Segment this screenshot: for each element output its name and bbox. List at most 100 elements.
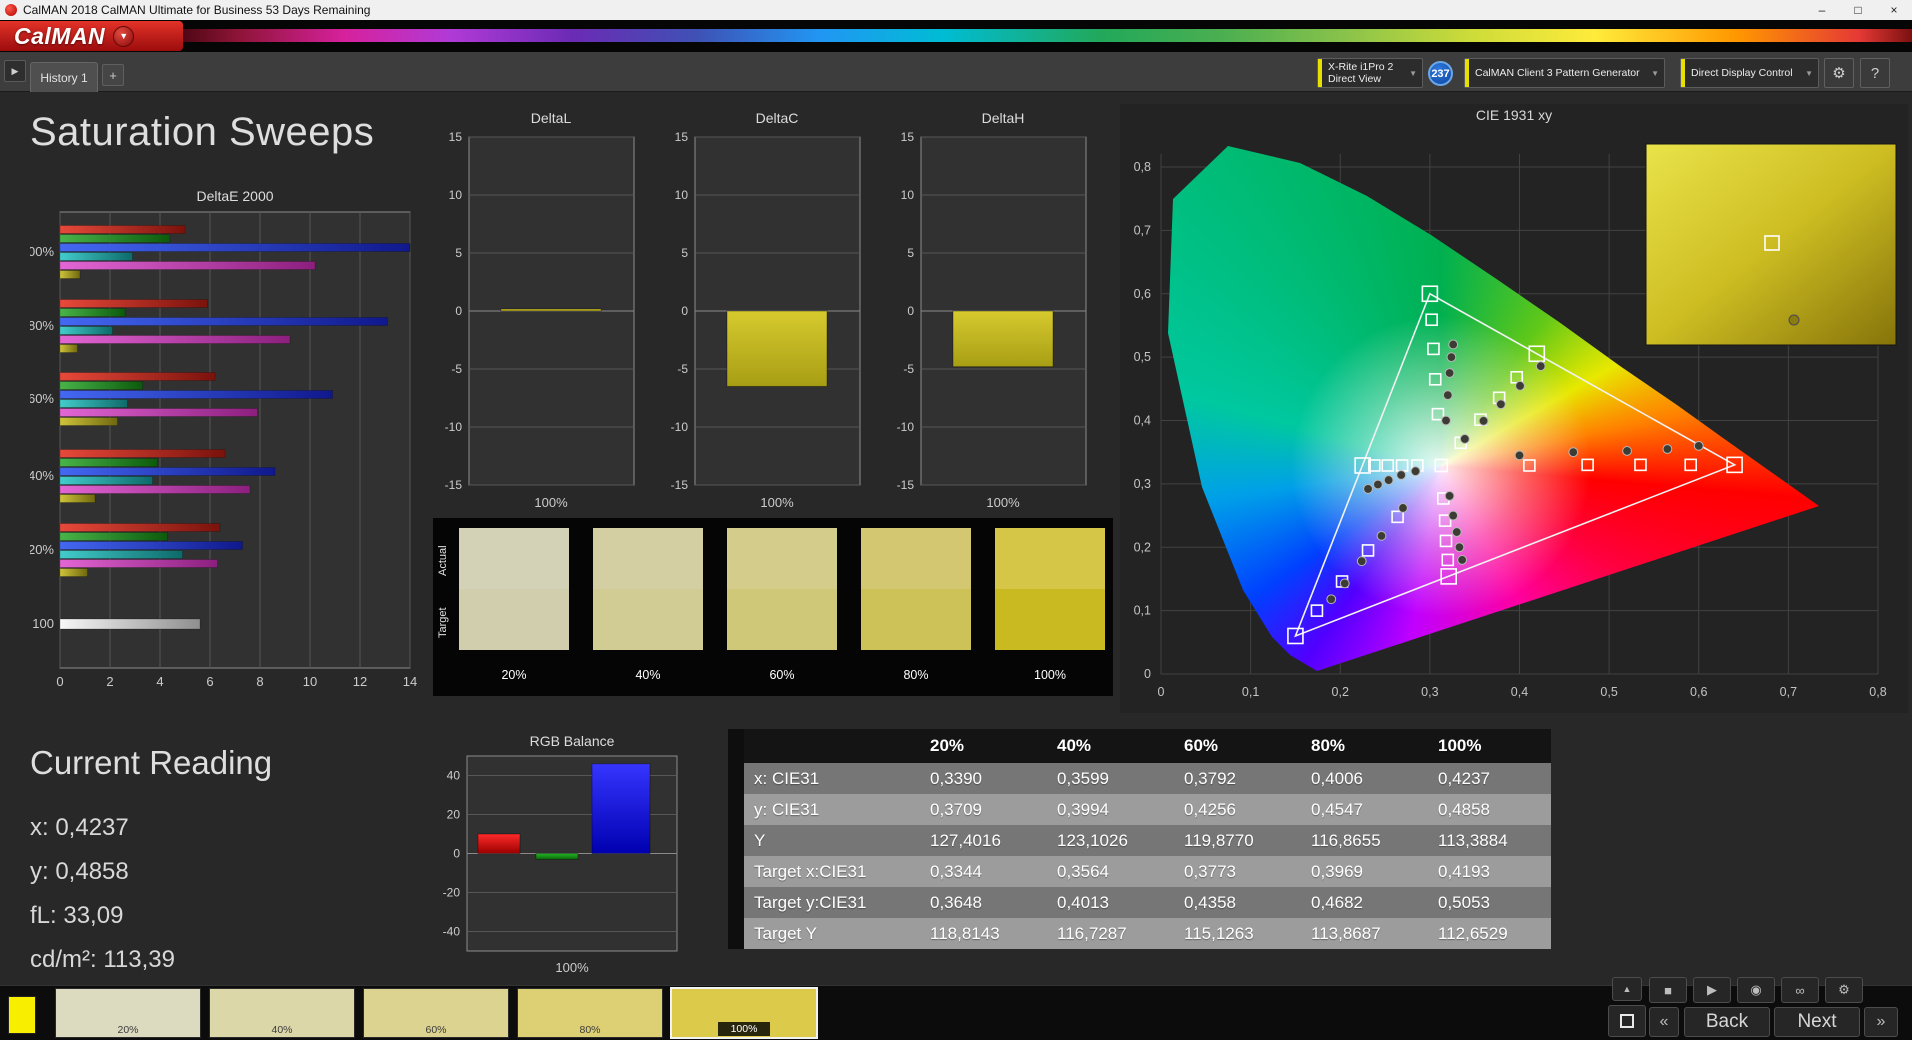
next-button[interactable]: Next bbox=[1774, 1007, 1860, 1037]
table-cell: 0,3344 bbox=[916, 856, 1043, 887]
next-arrow-button[interactable]: » bbox=[1864, 1007, 1898, 1037]
actual-swatch bbox=[593, 528, 703, 589]
app-window: CalMAN 2018 CalMAN Ultimate for Business… bbox=[0, 0, 1912, 1040]
svg-text:100%: 100% bbox=[30, 244, 54, 259]
pattern-window-button[interactable] bbox=[1608, 1005, 1646, 1037]
snapshot-button[interactable]: ◉ bbox=[1737, 977, 1775, 1003]
close-button[interactable]: × bbox=[1876, 0, 1912, 20]
svg-text:2: 2 bbox=[106, 674, 113, 689]
double-left-arrow-icon: « bbox=[1659, 1013, 1669, 1030]
patch-button-label: 100% bbox=[718, 1022, 770, 1036]
panel-toggle-button[interactable]: ▶ bbox=[4, 60, 26, 82]
patch-button-80%[interactable]: 80% bbox=[517, 988, 663, 1038]
logo-menu-caret-icon[interactable]: ▼ bbox=[113, 25, 135, 47]
patch-button-40%[interactable]: 40% bbox=[209, 988, 355, 1038]
svg-text:4: 4 bbox=[156, 674, 163, 689]
target-swatch bbox=[727, 589, 837, 650]
patch-button-label: 40% bbox=[271, 1024, 293, 1036]
table-cell: 0,3969 bbox=[1297, 856, 1424, 887]
current-reading-title: Current Reading bbox=[30, 744, 273, 781]
svg-text:-15: -15 bbox=[897, 478, 915, 492]
svg-text:-5: -5 bbox=[451, 362, 462, 376]
table-cell: 0,4237 bbox=[1424, 763, 1551, 794]
display-control-dropdown[interactable]: Direct Display Control ▼ bbox=[1680, 58, 1819, 88]
bottom-bar: 20% 40% 60% 80% 100% ▲ ■ ▶ ◉ ∞ ⚙ « Back Next » bbox=[0, 977, 1912, 1040]
chevron-down-icon: ▼ bbox=[1805, 68, 1813, 78]
svg-text:-10: -10 bbox=[445, 420, 463, 434]
swatch-column-40%: 40% bbox=[593, 528, 703, 682]
meter-count-badge[interactable]: 237 bbox=[1428, 61, 1453, 86]
minimize-button[interactable]: – bbox=[1804, 0, 1840, 20]
table-row-label: Y bbox=[728, 825, 916, 856]
table-cell: 0,4858 bbox=[1424, 794, 1551, 825]
table-cell: 0,3564 bbox=[1043, 856, 1170, 887]
svg-text:100%: 100% bbox=[986, 495, 1020, 510]
pattern-generator-dropdown[interactable]: CalMAN Client 3 Pattern Generator ▼ bbox=[1464, 58, 1665, 88]
svg-text:15: 15 bbox=[449, 130, 463, 144]
svg-text:10: 10 bbox=[449, 188, 463, 202]
swatch-strip: Actual Target 20% 40% 60% 80% 100% bbox=[433, 518, 1113, 696]
svg-text:5: 5 bbox=[455, 246, 462, 260]
table-cell: 115,1263 bbox=[1170, 918, 1297, 949]
svg-text:-5: -5 bbox=[677, 362, 688, 376]
tab-history-1[interactable]: History 1 bbox=[30, 62, 98, 92]
patch-button-20%[interactable]: 20% bbox=[55, 988, 201, 1038]
reading-cdm2: cd/m²: 113,39 bbox=[30, 946, 175, 973]
add-tab-button[interactable]: + bbox=[102, 64, 124, 86]
help-icon: ? bbox=[1870, 64, 1880, 82]
back-arrow-button[interactable]: « bbox=[1649, 1007, 1679, 1037]
svg-text:RGB Balance: RGB Balance bbox=[530, 733, 615, 749]
eject-icon: ▲ bbox=[1622, 984, 1632, 994]
results-table: 20% 40% 60% 80% 100% x: CIE31 0,3390 0,3599 0,37… bbox=[728, 729, 1551, 949]
table-row-label: x: CIE31 bbox=[728, 763, 916, 794]
svg-text:-5: -5 bbox=[903, 362, 914, 376]
swatch-column-100%: 100% bbox=[995, 528, 1105, 682]
table-header-cell: 100% bbox=[1424, 729, 1551, 763]
stop-button[interactable]: ■ bbox=[1649, 977, 1687, 1003]
swatch-column-label: 60% bbox=[769, 668, 795, 682]
calman-logo-text: CalMAN bbox=[14, 22, 106, 49]
meter-dropdown[interactable]: X-Rite i1Pro 2 Direct View ▼ bbox=[1317, 58, 1423, 88]
svg-text:DeltaE 2000: DeltaE 2000 bbox=[196, 188, 273, 204]
swatch-row-label-target: Target bbox=[437, 607, 449, 638]
target-swatch bbox=[593, 589, 703, 650]
svg-text:-10: -10 bbox=[897, 420, 915, 434]
chevron-down-icon: ▼ bbox=[1409, 68, 1417, 78]
patch-button-60%[interactable]: 60% bbox=[363, 988, 509, 1038]
calman-logo[interactable]: CalMAN ▼ bbox=[0, 21, 183, 51]
svg-text:100%: 100% bbox=[555, 960, 589, 975]
table-header-cell: 40% bbox=[1043, 729, 1170, 763]
transport-row: ■ ▶ ◉ ∞ ⚙ bbox=[1649, 977, 1863, 1003]
back-button[interactable]: Back bbox=[1684, 1007, 1770, 1037]
svg-text:10: 10 bbox=[675, 188, 689, 202]
svg-text:100%: 100% bbox=[534, 495, 568, 510]
options-button[interactable]: ⚙ bbox=[1825, 977, 1863, 1003]
eject-button[interactable]: ▲ bbox=[1612, 977, 1642, 1001]
continuous-button[interactable]: ∞ bbox=[1781, 977, 1819, 1003]
svg-text:0: 0 bbox=[453, 847, 460, 861]
table-cell: 0,4013 bbox=[1043, 887, 1170, 918]
table-cell: 0,3994 bbox=[1043, 794, 1170, 825]
table-cell: 0,3599 bbox=[1043, 763, 1170, 794]
target-swatch bbox=[459, 589, 569, 650]
settings-button[interactable]: ⚙ bbox=[1824, 58, 1854, 88]
chevron-down-icon: ▼ bbox=[1651, 68, 1659, 78]
svg-text:10: 10 bbox=[303, 674, 317, 689]
svg-text:14: 14 bbox=[403, 674, 417, 689]
svg-text:0: 0 bbox=[56, 674, 63, 689]
svg-text:100: 100 bbox=[32, 616, 54, 631]
table-cell: 127,4016 bbox=[916, 825, 1043, 856]
deltah-chart: DeltaH 15 10 5 0 -5 -10 -15 100% bbox=[897, 110, 1087, 510]
table-cell: 116,7287 bbox=[1043, 918, 1170, 949]
patch-button-100%[interactable]: 100% bbox=[670, 987, 818, 1039]
svg-text:20%: 20% bbox=[30, 542, 54, 557]
maximize-button[interactable]: □ bbox=[1840, 0, 1876, 20]
cie-points-overlay bbox=[1287, 143, 1897, 645]
help-button[interactable]: ? bbox=[1860, 58, 1890, 88]
rainbow-bar bbox=[150, 29, 1912, 42]
window-title: CalMAN 2018 CalMAN Ultimate for Business… bbox=[23, 3, 371, 17]
svg-text:-40: -40 bbox=[443, 925, 461, 939]
table-cell: 0,3648 bbox=[916, 887, 1043, 918]
swatch-column-20%: 20% bbox=[459, 528, 569, 682]
play-button[interactable]: ▶ bbox=[1693, 977, 1731, 1003]
